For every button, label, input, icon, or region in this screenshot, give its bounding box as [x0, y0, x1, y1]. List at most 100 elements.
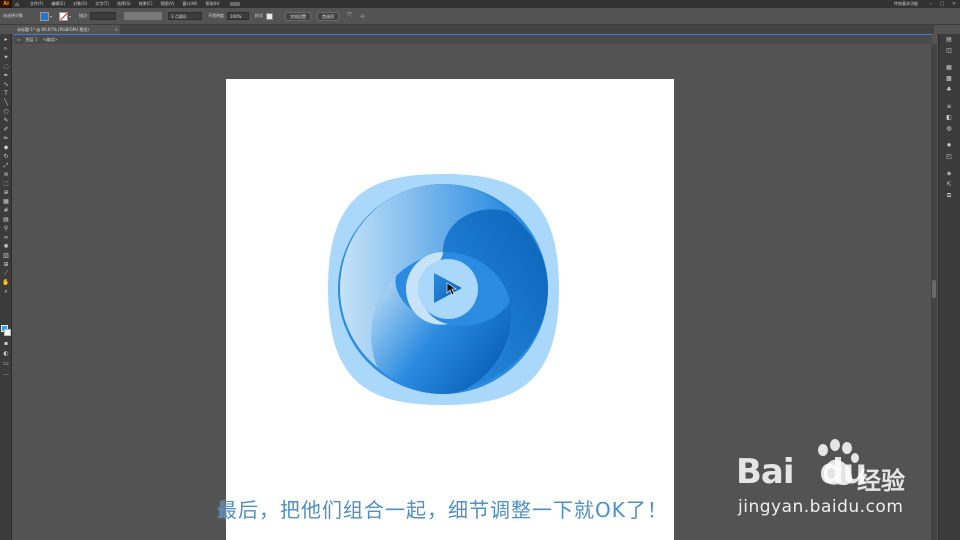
arrange-documents-icon[interactable] — [229, 2, 240, 6]
libraries-panel-icon[interactable]: ◫ — [944, 47, 954, 55]
brush-definition-select[interactable]: 3 点圆形 — [168, 12, 202, 20]
fill-swatch[interactable] — [40, 11, 49, 21]
home-icon[interactable]: ⌂ — [12, 1, 22, 8]
screen-mode-icon[interactable]: ▭ — [1, 360, 11, 368]
variable-width-profile[interactable] — [124, 12, 162, 20]
baidu-jingyan-text: 经验 — [857, 467, 905, 495]
gradient-panel-icon[interactable]: ◧ — [944, 114, 954, 122]
maximize-icon[interactable]: □ — [939, 1, 945, 7]
document-tab[interactable]: 未标题-1* @ 66.67% (RGB/GPU 预览) × — [14, 25, 120, 34]
menu-view[interactable]: 视图(V) — [161, 1, 175, 7]
gradient-tool-icon[interactable]: ▤ — [1, 216, 11, 224]
stroke-weight-input[interactable] — [90, 12, 116, 20]
menu-edit[interactable]: 编辑(E) — [51, 1, 65, 7]
more-tools-icon[interactable]: … — [1, 370, 11, 378]
shape-builder-tool-icon[interactable]: ⊕ — [1, 189, 11, 197]
artboard-tool-icon[interactable]: ⊞ — [1, 261, 11, 269]
stroke-color-box[interactable] — [4, 329, 11, 336]
minimize-icon[interactable]: – — [928, 1, 934, 7]
control-bar: 未选择对象 ▾ ▾ 描边 3 点圆形 不透明度 100% 样式 文档设置 首选项… — [0, 8, 960, 25]
symbol-sprayer-tool-icon[interactable]: ✺ — [1, 243, 11, 251]
blend-tool-icon[interactable]: ∞ — [1, 234, 11, 242]
tools-panel: ▸ ▹ ✦ ◌ ✒ ∿ T ╲ ○ ✎ ✐ ✏ ◆ ↻ ⤢ ≋ ⬚ ⊕ ▦ # … — [0, 34, 12, 540]
baidu-brand-text: Bai — [736, 452, 795, 492]
color-mode-icon[interactable]: ▪ — [1, 340, 11, 348]
opacity-input[interactable]: 100% — [227, 12, 249, 20]
stroke-label: 描边 — [79, 13, 87, 18]
color-panel-icon[interactable]: ▦ — [944, 64, 954, 72]
opacity-label: 不透明度 — [208, 13, 224, 18]
breadcrumb-layer[interactable]: 图层 1 — [26, 37, 38, 42]
selection-tool-icon[interactable]: ▸ — [1, 36, 11, 44]
menu-select[interactable]: 选择(S) — [117, 1, 131, 7]
stroke-panel-icon[interactable]: ≡ — [944, 103, 954, 111]
panel-dock: ▤ ◫ ▦ ▩ ♣ ≡ ◧ ◍ ✸ ◰ ◈ ⇱ ⧉ — [938, 34, 960, 540]
tutorial-caption: 最后，把他们组合一起，细节调整一下就OK了！ — [217, 498, 668, 522]
align-options-icon[interactable]: ⊹ — [360, 13, 365, 20]
document-tab-title: 未标题-1* @ 66.67% (RGB/GPU 预览) — [17, 27, 89, 32]
chevron-down-icon[interactable]: ▾ — [69, 12, 73, 21]
document-setup-button[interactable]: 文档设置 — [285, 11, 311, 21]
scale-tool-icon[interactable]: ⤢ — [1, 162, 11, 170]
free-transform-tool-icon[interactable]: ⬚ — [1, 180, 11, 188]
ellipse-tool-icon[interactable]: ○ — [1, 108, 11, 116]
back-arrow-icon[interactable]: ⇦ — [17, 37, 20, 42]
rotate-tool-icon[interactable]: ↻ — [1, 153, 11, 161]
artboard[interactable] — [226, 79, 674, 540]
stroke-swatch[interactable] — [59, 11, 68, 21]
transform-icon[interactable]: ⤧ — [347, 12, 352, 20]
type-tool-icon[interactable]: T — [1, 90, 11, 98]
menu-help[interactable]: 帮助(H) — [205, 1, 219, 7]
slice-tool-icon[interactable]: ⟋ — [1, 270, 11, 278]
paintbrush-tool-icon[interactable]: ✎ — [1, 117, 11, 125]
appearance-panel-icon[interactable]: ✸ — [944, 142, 954, 150]
menu-bar: Ai ⌂ 文件(F) 编辑(E) 对象(O) 文字(T) 选择(S) 效果(C)… — [0, 0, 960, 8]
swatches-panel-icon[interactable]: ▩ — [944, 75, 954, 83]
preferences-button[interactable]: 首选项 — [317, 11, 339, 21]
transparency-panel-icon[interactable]: ◍ — [944, 125, 954, 133]
graphic-style-swatch[interactable] — [266, 12, 273, 20]
swirl-play-logo[interactable] — [326, 172, 561, 407]
breadcrumb: ⇦ 图层 1 <编组> — [14, 35, 932, 44]
zoom-tool-icon[interactable]: ⌕ — [1, 288, 11, 296]
menu-type[interactable]: 文字(T) — [95, 1, 109, 7]
graphic-styles-panel-icon[interactable]: ◰ — [944, 153, 954, 161]
magic-wand-tool-icon[interactable]: ✦ — [1, 54, 11, 62]
hand-tool-icon[interactable]: ✋ — [1, 279, 11, 287]
eraser-tool-icon[interactable]: ◆ — [1, 144, 11, 152]
line-tool-icon[interactable]: ╲ — [1, 99, 11, 107]
draw-mode-icon[interactable]: ◐ — [1, 350, 11, 358]
pencil-tool-icon[interactable]: ✏ — [1, 135, 11, 143]
chevron-down-icon[interactable]: ▾ — [50, 12, 54, 21]
watermark-url: jingyan.baidu.com — [738, 497, 904, 517]
breadcrumb-group[interactable]: <编组> — [43, 37, 58, 42]
direct-selection-tool-icon[interactable]: ▹ — [1, 45, 11, 53]
asset-export-panel-icon[interactable]: ⇱ — [944, 181, 954, 189]
properties-panel-icon[interactable]: ▤ — [944, 36, 954, 44]
illustrator-window: Ai ⌂ 文件(F) 编辑(E) 对象(O) 文字(T) 选择(S) 效果(C)… — [0, 0, 960, 540]
column-graph-tool-icon[interactable]: ▥ — [1, 252, 11, 260]
shaper-tool-icon[interactable]: ✐ — [1, 126, 11, 134]
close-icon[interactable]: × — [115, 25, 118, 34]
window-close-icon[interactable]: × — [951, 1, 957, 7]
brushes-panel-icon[interactable]: ♣ — [944, 86, 954, 94]
menu-object[interactable]: 对象(O) — [73, 1, 87, 7]
artboards-panel-icon[interactable]: ⧉ — [944, 192, 954, 200]
baidu-wordmark: Bai du — [736, 452, 867, 492]
eyedropper-tool-icon[interactable]: ⚲ — [1, 225, 11, 233]
document-tab-bar: 未标题-1* @ 66.67% (RGB/GPU 预览) × — [14, 25, 934, 34]
workspace-switcher[interactable]: 传统基本功能 — [894, 0, 918, 8]
menu-window[interactable]: 窗口(W) — [182, 1, 197, 7]
mesh-tool-icon[interactable]: # — [1, 207, 11, 215]
pen-tool-icon[interactable]: ✒ — [1, 72, 11, 80]
layers-panel-icon[interactable]: ◈ — [944, 170, 954, 178]
perspective-grid-tool-icon[interactable]: ▦ — [1, 198, 11, 206]
curvature-tool-icon[interactable]: ∿ — [1, 81, 11, 89]
style-label: 样式 — [255, 13, 263, 18]
menu-effect[interactable]: 效果(C) — [139, 1, 153, 7]
scrollbar-thumb[interactable] — [932, 280, 936, 298]
menu-file[interactable]: 文件(F) — [30, 1, 43, 7]
width-tool-icon[interactable]: ≋ — [1, 171, 11, 179]
lasso-tool-icon[interactable]: ◌ — [1, 63, 11, 71]
app-logo: Ai — [0, 0, 12, 8]
